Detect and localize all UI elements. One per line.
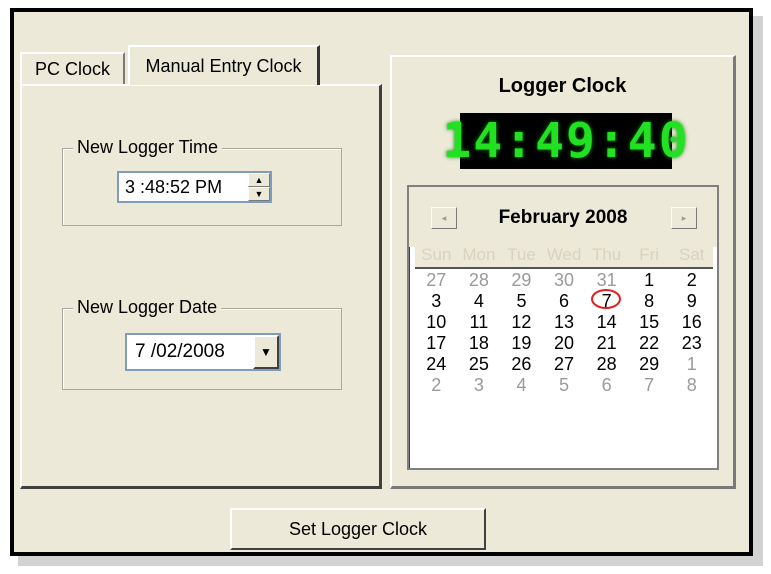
calendar-day-cell[interactable]: 26 [500,354,543,375]
calendar-day-cell[interactable]: 19 [500,333,543,354]
calendar-day-cell[interactable]: 5 [500,291,543,312]
set-logger-clock-button[interactable]: Set Logger Clock [230,508,486,550]
tab-panel-manual-entry: New Logger Time 3 :48:52 PM ▲ ▼ New Logg… [20,84,382,489]
digital-clock-time: 14:49:40 [442,113,690,169]
calendar-day-cell[interactable]: 4 [500,375,543,396]
calendar-day-cell[interactable]: 5 [543,375,586,396]
month-calendar[interactable]: ◂ February 2008 ▸ Sun Mon Tue Wed Thu Fr… [407,185,719,470]
calendar-day-cell[interactable]: 17 [415,333,458,354]
calendar-day-cell[interactable]: 8 [670,375,713,396]
dropdown-arrow-icon[interactable]: ▼ [253,335,279,369]
calendar-day-cell[interactable]: 13 [543,312,586,333]
calendar-day-cell[interactable]: 2 [670,270,713,291]
calendar-header: ◂ February 2008 ▸ [409,187,717,247]
logger-time-value: 3 :48:52 PM [125,176,223,197]
calendar-day-cell[interactable]: 24 [415,354,458,375]
digital-clock-display: 14:49:40 [442,113,688,169]
calendar-day-grid: 27 28 29 30 31 1 2 3 4 5 6 7 8 9 10 11 12 13 14 15 16 17 18 19 2… [415,270,713,396]
calendar-day-cell[interactable]: 6 [585,375,628,396]
calendar-day-cell[interactable]: 25 [458,354,501,375]
calendar-week-row: 10 11 12 13 14 15 16 [415,312,713,333]
logger-date-picker[interactable]: 7 /02/2008 ▼ [125,333,281,371]
new-logger-date-group: New Logger Date 7 /02/2008 ▼ [62,297,342,390]
calendar-day-cell[interactable]: 2 [415,375,458,396]
spin-down-icon[interactable]: ▼ [248,187,270,201]
calendar-day-cell[interactable]: 8 [628,291,671,312]
calendar-day-cell[interactable]: 16 [670,312,713,333]
calendar-week-row: 3456789 [415,289,713,312]
logger-clock-panel: Logger Clock 14:49:40 ◂ February 2008 ▸ … [390,55,736,489]
spin-up-icon[interactable]: ▲ [248,173,270,187]
calendar-day-cell[interactable]: 21 [585,333,628,354]
calendar-day-cell[interactable]: 9 [670,291,713,312]
calendar-day-cell[interactable]: 3 [415,291,458,312]
weekday-label: Wed [546,245,582,264]
weekday-label: Fri [639,245,660,264]
new-logger-time-legend: New Logger Time [73,137,223,158]
calendar-day-cell[interactable]: 28 [585,354,628,375]
calendar-day-cell[interactable]: 7 [628,375,671,396]
set-logger-clock-label: Set Logger Clock [288,518,428,539]
calendar-week-row: 27 28 29 30 31 1 2 [415,270,713,291]
calendar-day-cell[interactable]: 10 [415,312,458,333]
weekday-label: Thu [591,245,622,264]
calendar-week-row: 24 25 26 27 28 29 1 [415,354,713,375]
calendar-day-cell[interactable]: 27 [415,270,458,291]
calendar-day-cell[interactable]: 15 [628,312,671,333]
weekday-label: Mon [462,245,496,264]
new-logger-date-legend: New Logger Date [73,297,222,318]
calendar-day-cell[interactable]: 28 [458,270,501,291]
calendar-day-cell[interactable]: 29 [500,270,543,291]
calendar-week-row: 2345678 [415,375,713,396]
logger-date-value: 7 /02/2008 [135,341,225,362]
calendar-day-cell[interactable]: 1 [670,354,713,375]
dialog-shadow-side [753,16,763,566]
weekday-label: Sun [421,245,452,264]
calendar-day-cell[interactable]: 11 [458,312,501,333]
calendar-day-cell[interactable]: 22 [628,333,671,354]
calendar-day-cell[interactable]: 6 [543,291,586,312]
calendar-day-cell[interactable]: 30 [543,270,586,291]
new-logger-time-group: New Logger Time 3 :48:52 PM ▲ ▼ [62,137,342,226]
calendar-day-cell[interactable]: 1 [628,270,671,291]
calendar-day-cell[interactable]: 14 [585,312,628,333]
tab-manual-entry-clock[interactable]: Manual Entry Clock [128,45,320,85]
tab-pc-clock[interactable]: PC Clock [20,52,125,84]
weekday-label: Sat [678,245,705,264]
calendar-week-row: 17 18 19 20 21 22 23 [415,333,713,354]
next-month-icon[interactable]: ▸ [671,207,697,229]
calendar-day-cell[interactable]: 18 [458,333,501,354]
calendar-day-cell[interactable]: 3 [458,375,501,396]
calendar-day-cell[interactable]: 12 [500,312,543,333]
calendar-day-cell[interactable]: 7 [585,289,628,312]
calendar-day-cell[interactable]: 23 [670,333,713,354]
weekday-label: Tue [507,245,536,264]
dialog-shadow [18,556,763,566]
calendar-weekday-header: Sun Mon Tue Wed Thu Fri Sat [415,245,713,269]
calendar-day-cell[interactable]: 29 [628,354,671,375]
calendar-day-cell[interactable]: 20 [543,333,586,354]
calendar-day-cell[interactable]: 31 [585,270,628,291]
tab-label: PC Clock [34,58,110,79]
logger-time-input[interactable]: 3 :48:52 PM ▲ ▼ [117,171,272,203]
time-spinner: ▲ ▼ [248,173,270,201]
calendar-day-cell[interactable]: 4 [458,291,501,312]
logger-clock-title: Logger Clock [498,75,627,97]
tab-label: Manual Entry Clock [145,55,302,76]
calendar-day-cell[interactable]: 27 [543,354,586,375]
